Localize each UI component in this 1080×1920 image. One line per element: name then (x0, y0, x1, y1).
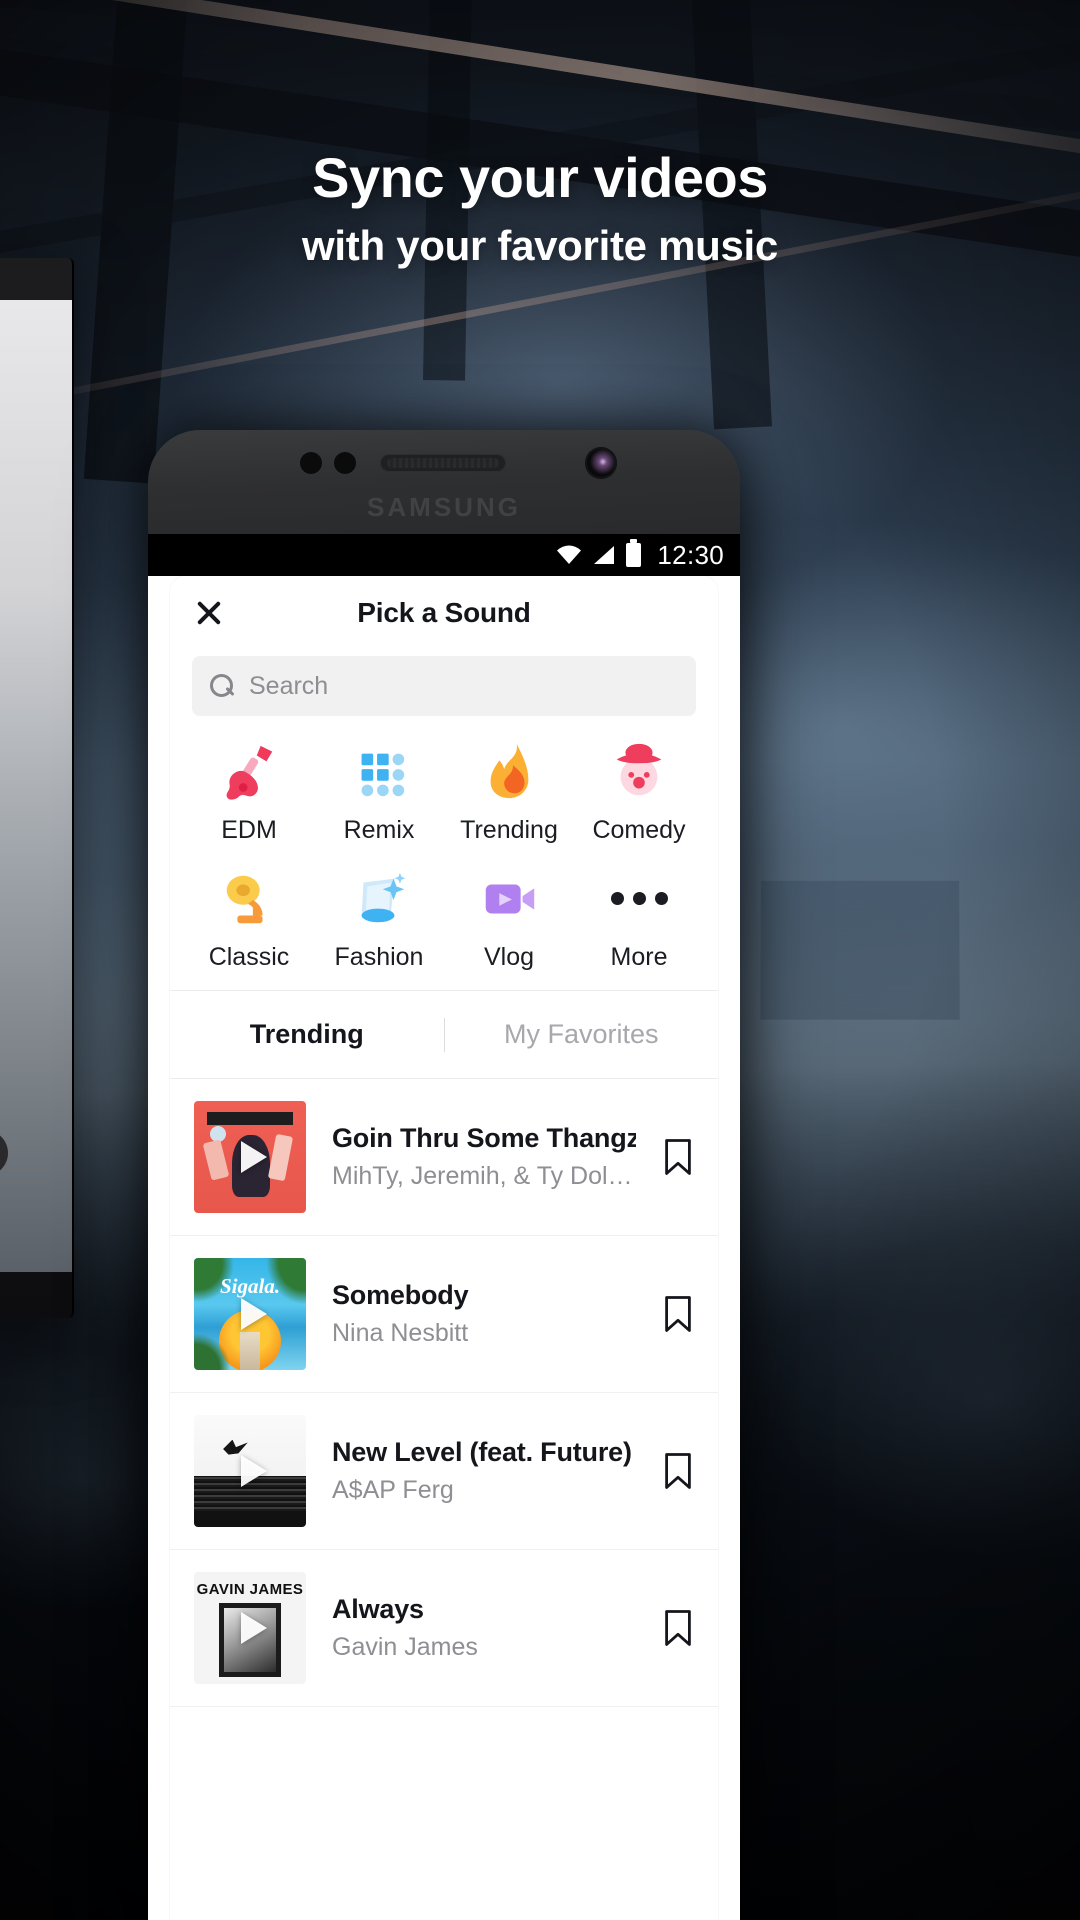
song-meta: New Level (feat. Future) A$AP Ferg (332, 1437, 636, 1505)
album-cover[interactable] (194, 1101, 306, 1213)
bookmark-icon[interactable] (662, 1452, 694, 1490)
category-label: Remix (343, 816, 415, 844)
category-label: More (610, 943, 668, 971)
category-vlog[interactable]: Vlog (444, 867, 574, 972)
headline-line-1: Sync your videos (312, 146, 768, 209)
song-artist: A$AP Ferg (332, 1476, 454, 1504)
status-bar-clock: 12:30 (657, 539, 724, 570)
signal-icon (594, 546, 615, 564)
song-list: Goin Thru Some Thangz MihTy, Jeremih, & … (170, 1079, 718, 1707)
album-cover-text: Sigala. (219, 1273, 281, 1298)
category-classic[interactable]: Classic (184, 867, 314, 972)
song-artist: Gavin James (332, 1633, 478, 1661)
page-title: Pick a Sound (357, 597, 531, 628)
album-cover[interactable]: GAVIN JAMES (194, 1572, 306, 1684)
song-title: New Level (feat. Future) (332, 1437, 632, 1467)
category-edm[interactable]: EDM (184, 740, 314, 845)
background-phone-screen (0, 300, 72, 1272)
headline-line-2: with your favorite music (302, 222, 778, 270)
tab-trending[interactable]: Trending (170, 1019, 444, 1050)
category-label: Fashion (334, 943, 424, 971)
play-icon (241, 1141, 267, 1173)
category-label: Comedy (592, 816, 686, 844)
category-label: Vlog (483, 943, 535, 971)
light-sensor-icon (334, 452, 356, 474)
battery-icon (626, 539, 642, 567)
list-item[interactable]: New Level (feat. Future) A$AP Ferg (170, 1393, 718, 1550)
proximity-sensor-icon (300, 452, 322, 474)
grid-dots-icon (361, 753, 405, 797)
song-meta: Goin Thru Some Thangz MihTy, Jeremih, & … (332, 1123, 636, 1191)
album-cover[interactable]: Sigala. (194, 1258, 306, 1370)
bg-phone-ui-shutter (0, 1130, 8, 1176)
flame-icon (490, 743, 529, 799)
bookmark-icon[interactable] (662, 1138, 694, 1176)
category-label: Classic (208, 943, 290, 971)
pick-a-sound-sheet: Pick a Sound Search EDM Remix Trending C… (170, 576, 718, 1920)
background-phone (0, 258, 74, 1318)
category-trending[interactable]: Trending (444, 740, 574, 845)
search-section: Search (170, 650, 718, 730)
device-mockup: SAMSUNG 12:30 Pick a Sound Search EDM Re… (148, 430, 740, 1920)
song-title: Somebody (332, 1280, 469, 1310)
album-cover[interactable] (194, 1415, 306, 1527)
wifi-icon (557, 545, 582, 564)
bookmark-icon[interactable] (662, 1295, 694, 1333)
search-input[interactable]: Search (192, 656, 696, 716)
list-item[interactable]: GAVIN JAMES Always Gavin James (170, 1550, 718, 1707)
play-icon (241, 1298, 267, 1330)
spotlight-icon (361, 872, 406, 923)
category-comedy[interactable]: Comedy (574, 740, 704, 845)
bg-raised-hand (60, 1847, 152, 1920)
search-icon (210, 673, 235, 699)
song-meta: Always Gavin James (332, 1594, 636, 1662)
category-grid: EDM Remix Trending Comedy Classic Fashio… (170, 730, 718, 991)
song-meta: Somebody Nina Nesbitt (332, 1280, 636, 1348)
promo-headline: Sync your videos with your favorite musi… (0, 146, 1080, 270)
category-remix[interactable]: Remix (314, 740, 444, 845)
category-label: Trending (460, 816, 558, 844)
clown-icon (616, 743, 662, 796)
bookmark-icon[interactable] (662, 1609, 694, 1647)
song-title: Goin Thru Some Thangz (332, 1123, 636, 1153)
device-brand-label: SAMSUNG (367, 492, 521, 522)
status-bar: 12:30 (148, 534, 740, 576)
category-label: EDM (221, 816, 277, 844)
list-item[interactable]: Sigala. Somebody Nina Nesbitt (170, 1236, 718, 1393)
list-tabs: Trending My Favorites (170, 991, 718, 1079)
search-placeholder: Search (249, 671, 329, 700)
tab-my-favorites[interactable]: My Favorites (445, 1019, 719, 1050)
play-icon (241, 1612, 267, 1644)
video-camera-icon (485, 884, 535, 914)
song-title: Always (332, 1594, 424, 1624)
list-item[interactable]: Goin Thru Some Thangz MihTy, Jeremih, & … (170, 1079, 718, 1236)
device-screen: 12:30 Pick a Sound Search EDM Remix Tren… (148, 534, 740, 1920)
ellipsis-icon (610, 867, 668, 929)
category-more[interactable]: More (574, 867, 704, 972)
earpiece-speaker (380, 454, 506, 472)
promo-screenshot: Sync your videos with your favorite musi… (0, 0, 1080, 1920)
song-artist: Nina Nesbitt (332, 1319, 469, 1347)
play-icon (241, 1455, 267, 1487)
sheet-header: Pick a Sound (170, 576, 718, 650)
song-artist: MihTy, Jeremih, & Ty Dolla $Sign (332, 1162, 636, 1190)
gramophone-icon (226, 875, 263, 924)
front-camera-icon (585, 447, 617, 479)
guitar-icon (226, 745, 273, 800)
album-cover-text: GAVIN JAMES (196, 1580, 304, 1598)
category-fashion[interactable]: Fashion (314, 867, 444, 972)
